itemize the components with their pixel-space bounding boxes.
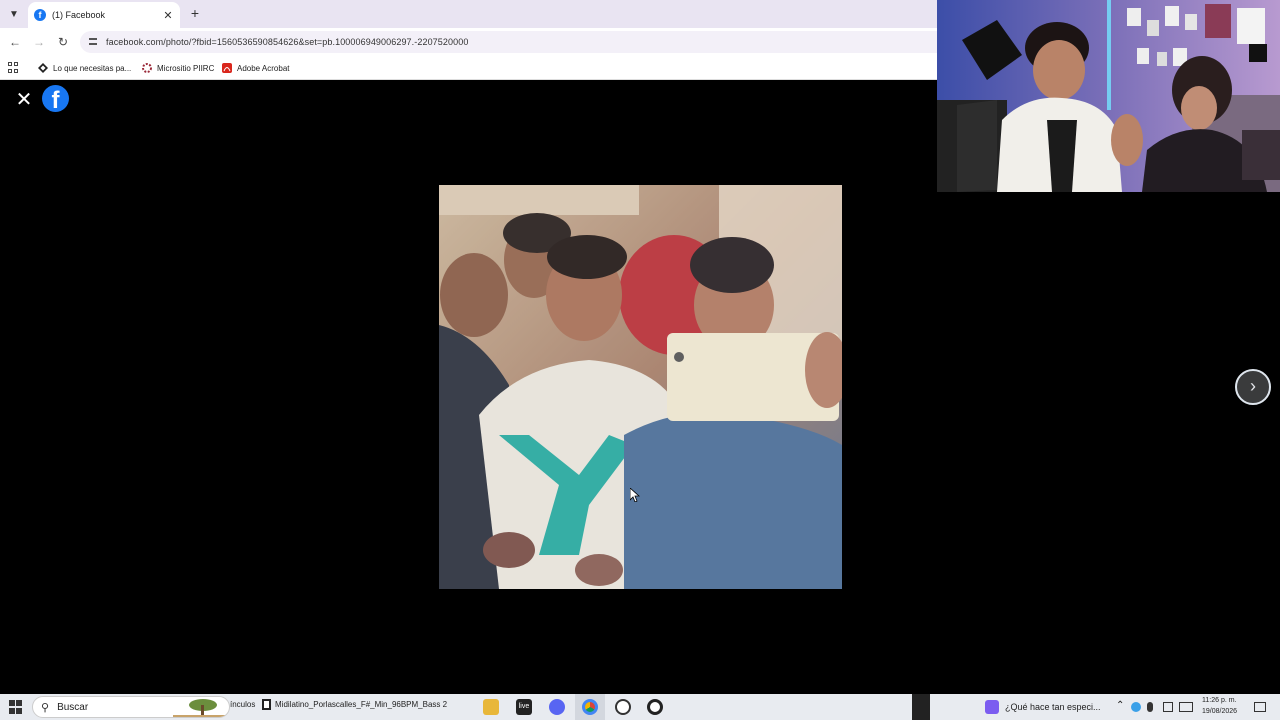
chrome-icon[interactable] <box>582 699 598 715</box>
tab-strip: ▼ f (1) Facebook ✕ + <box>0 0 937 28</box>
mouse-cursor-icon <box>630 488 640 502</box>
forward-arrow-icon[interactable]: → <box>31 34 47 50</box>
search-placeholder: Buscar <box>57 701 89 713</box>
webcam-overlay <box>937 0 1280 192</box>
microphone-icon[interactable] <box>1147 702 1153 712</box>
address-bar[interactable]: facebook.com/photo/?fbid=156053659085462… <box>80 31 937 53</box>
clock-date[interactable]: 19/08/2026 <box>1202 708 1237 715</box>
copilot-icon[interactable] <box>985 700 999 714</box>
bookmarks-bar: Lo que necesitas pa... Micrositio PIIRC … <box>0 56 937 80</box>
tray-chevron-up-icon[interactable]: ⌃ <box>1116 700 1124 711</box>
bookmark-micrositio[interactable]: Micrositio PIIRC <box>142 61 214 75</box>
bookmark-label: Lo que necesitas pa... <box>53 63 132 73</box>
clock-time[interactable]: 11:26 p. m. <box>1202 697 1237 704</box>
obs-icon[interactable] <box>615 699 631 715</box>
keyboard-icon[interactable] <box>1179 702 1193 712</box>
notifications-icon[interactable] <box>1254 702 1266 712</box>
tab-title: (1) Facebook <box>52 10 106 20</box>
file-explorer-icon[interactable] <box>483 699 499 715</box>
midi-window-label[interactable]: Midilatino_Porlascalles_F#_Min_96BPM_Bas… <box>275 700 447 709</box>
browser-tab[interactable]: f (1) Facebook ✕ <box>28 2 180 28</box>
network-icon[interactable] <box>1163 702 1173 712</box>
acrobat-icon <box>222 63 232 73</box>
facebook-favicon-icon: f <box>34 9 46 21</box>
taskbar-search-input[interactable]: ⚲ Buscar <box>32 696 230 718</box>
new-tab-icon[interactable]: + <box>188 5 202 21</box>
search-icon: ⚲ <box>41 701 50 714</box>
ableton-live-icon[interactable]: live <box>516 699 532 715</box>
photo <box>439 185 842 589</box>
next-photo-chevron-right-icon[interactable]: › <box>1235 369 1271 405</box>
tab-search-chevron-icon[interactable]: ▼ <box>6 6 22 22</box>
browser-toolbar: ← → ↻ facebook.com/photo/?fbid=156053659… <box>0 28 937 56</box>
document-icon <box>262 699 271 710</box>
discord-icon[interactable] <box>549 699 565 715</box>
search-highlight-tree-icon <box>173 699 229 717</box>
bookmark-adobe-acrobat[interactable]: Adobe Acrobat <box>222 61 289 75</box>
taskbar: ⚲ Buscar ínculos Midilatino_Porlascalles… <box>0 694 1280 720</box>
back-arrow-icon[interactable]: ← <box>7 34 23 50</box>
close-icon[interactable]: ✕ <box>12 88 36 112</box>
tab-close-icon[interactable]: ✕ <box>162 9 174 22</box>
vinculos-label[interactable]: ínculos <box>230 700 255 709</box>
micrositio-icon <box>142 63 152 73</box>
streaming-app-icon[interactable] <box>647 699 663 715</box>
onedrive-icon[interactable] <box>1131 702 1141 712</box>
bookmark-lo-que-necesitas[interactable]: Lo que necesitas pa... <box>38 61 131 75</box>
diamond-icon <box>38 63 48 73</box>
windows-start-icon[interactable] <box>9 700 23 714</box>
apps-grid-icon[interactable] <box>8 62 19 73</box>
reload-icon[interactable]: ↻ <box>55 34 71 50</box>
copilot-prompt-label[interactable]: ¿Qué hace tan especi... <box>1005 702 1101 712</box>
bookmark-label: Micrositio PIIRC <box>157 63 215 73</box>
site-info-icon[interactable] <box>88 36 100 48</box>
taskbar-divider <box>912 694 930 720</box>
bookmark-label: Adobe Acrobat <box>237 63 290 73</box>
facebook-logo-icon[interactable]: f <box>42 85 69 112</box>
url-text: facebook.com/photo/?fbid=156053659085462… <box>106 37 469 47</box>
